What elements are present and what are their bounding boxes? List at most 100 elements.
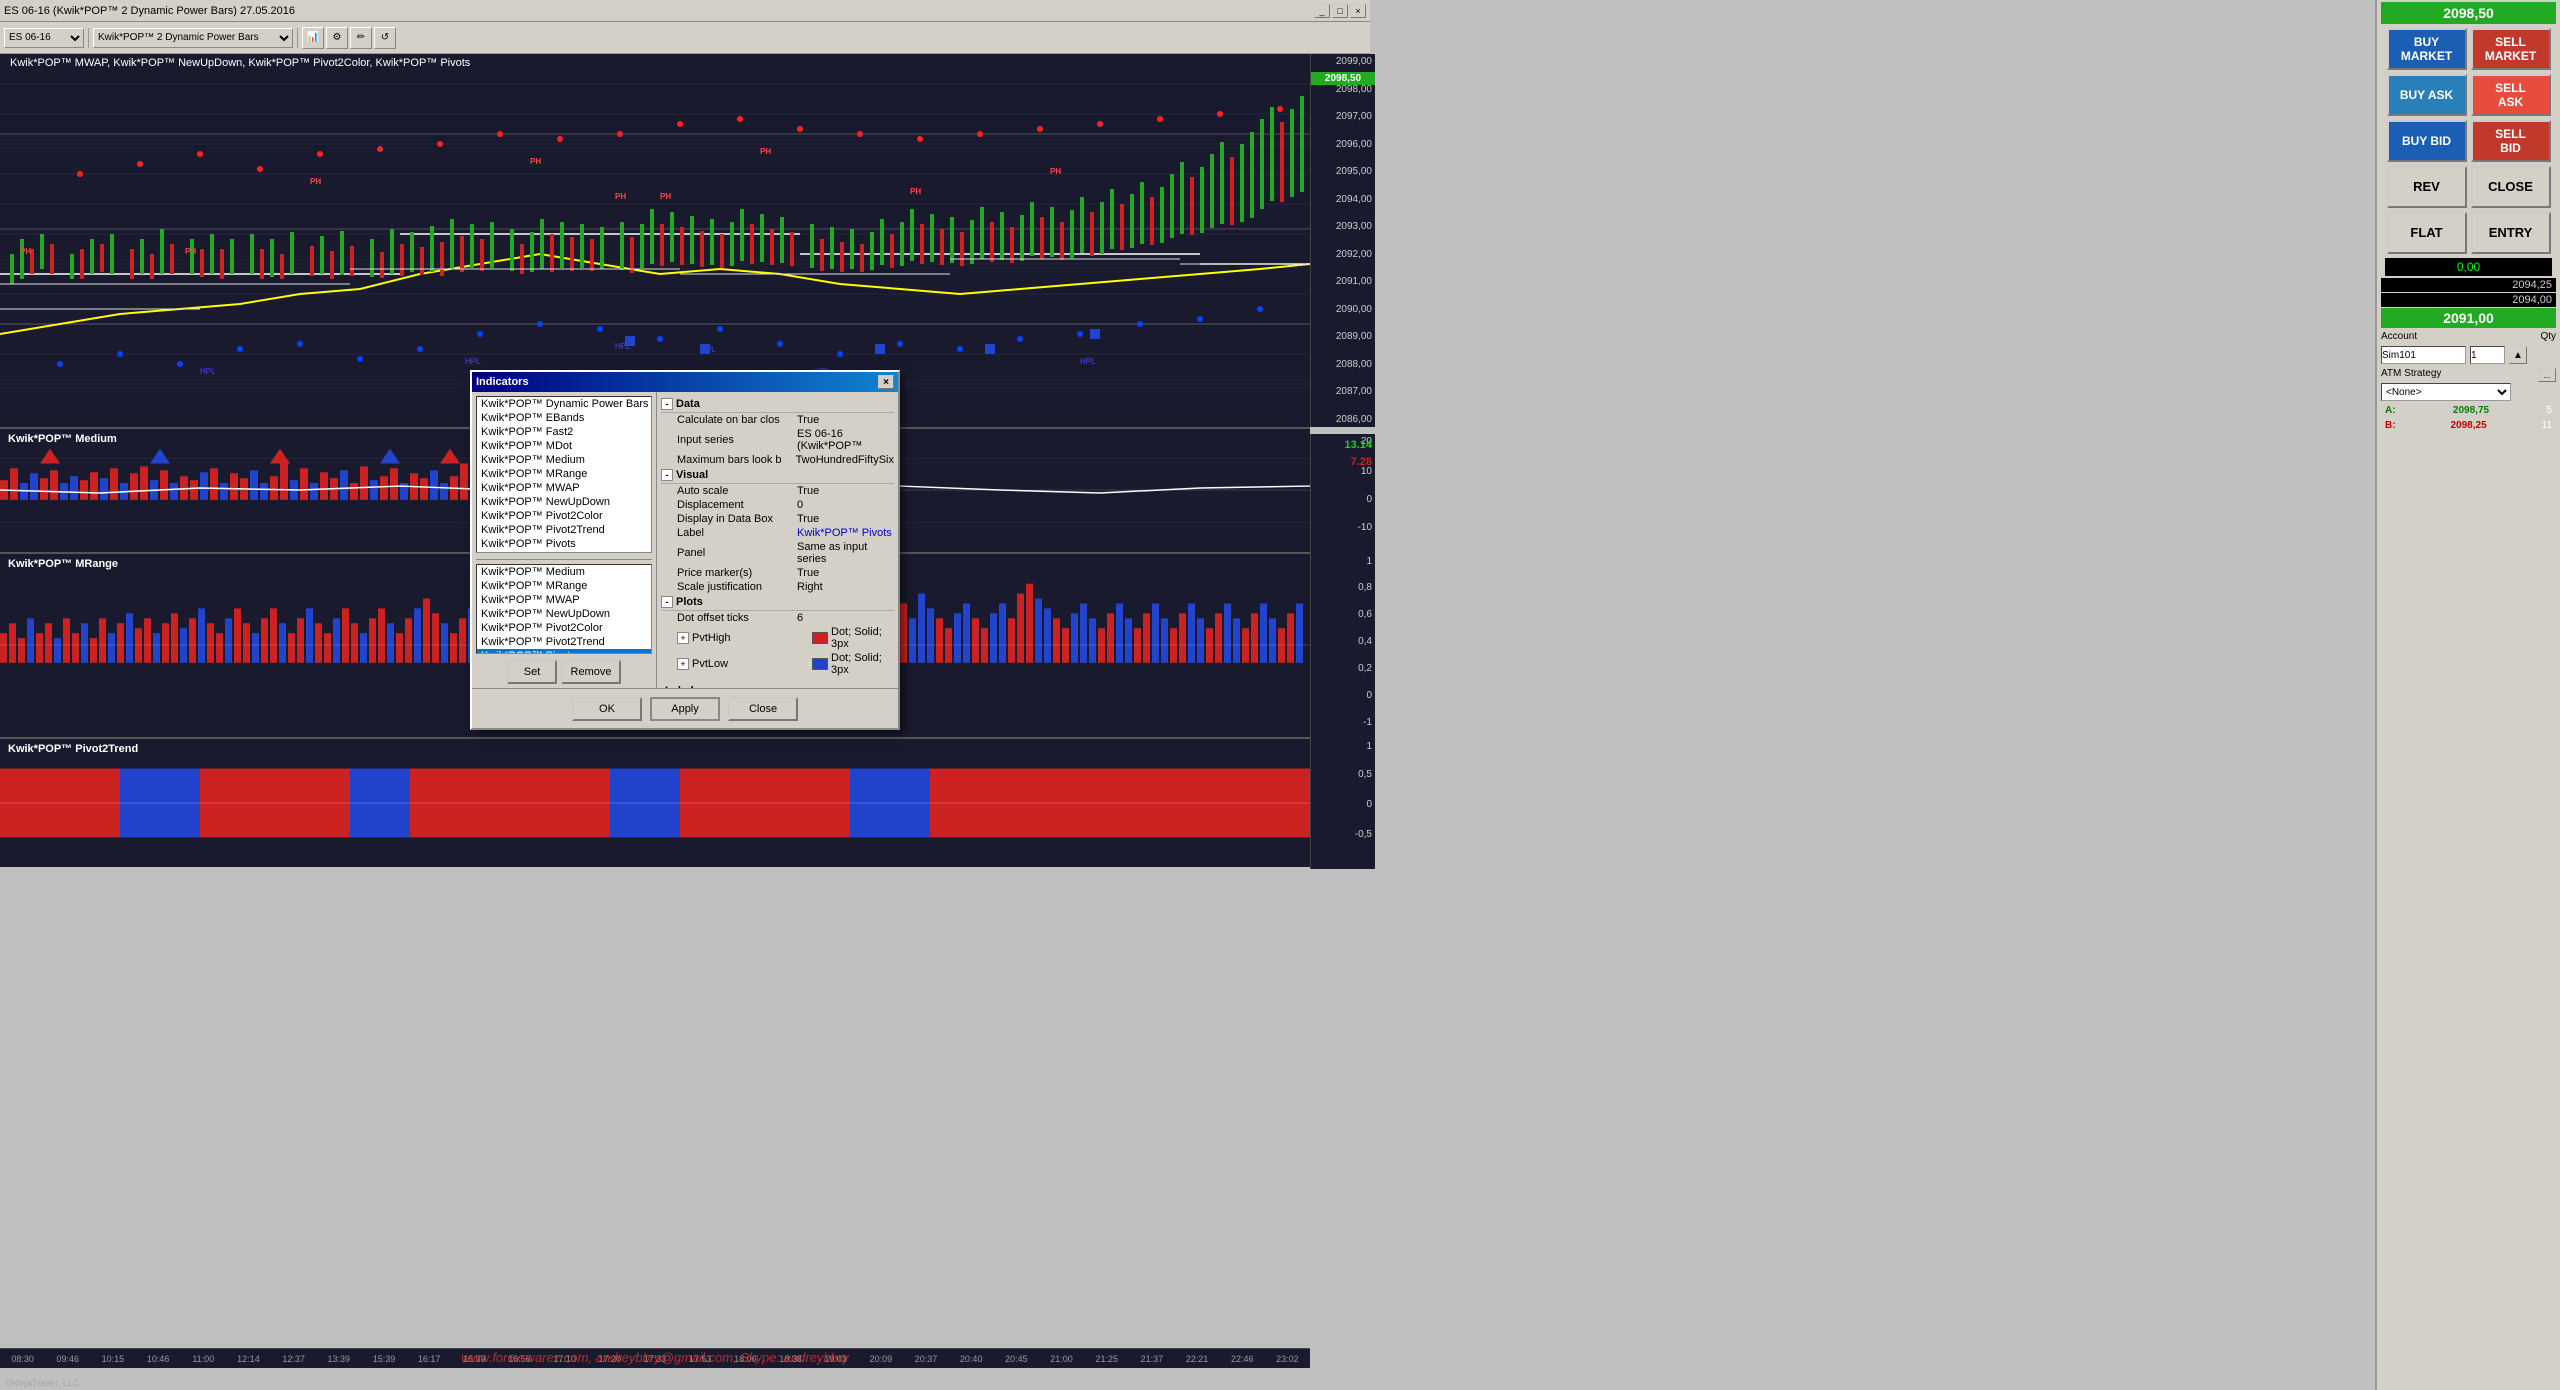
indicator-item-7[interactable]: Kwik*POP™ NewUpDown [477,495,651,509]
qty-input[interactable] [2470,346,2505,364]
top-price-display: 2098,50 [2381,2,2556,24]
b-label: B: [2385,420,2396,431]
active-item-pivot2color[interactable]: Kwik*POP™ Pivot2Color [477,621,651,635]
indicator-item-2[interactable]: Kwik*POP™ Fast2 [477,425,651,439]
price-2094-label: 2094,25 [2512,279,2552,291]
symbol-select[interactable]: ES 06-16 [4,28,84,48]
input-series-label: Input series [677,434,797,446]
calc-bar-close-label: Calculate on bar clos [677,414,797,426]
price-markers-row: Price marker(s) True [661,566,894,580]
sep1 [88,28,89,48]
mrange-scale-08: 0,8 [1358,582,1372,593]
set-button[interactable]: Set [507,660,557,684]
account-qty-values-row: ▲ [2377,344,2560,366]
atm-select-row: <None> [2377,381,2560,403]
label-section: Label Kwik*POP Pivots [661,681,894,688]
price-label-2092: 2092,00 [1336,249,1372,260]
indicator-item-5[interactable]: Kwik*POP™ MRange [477,467,651,481]
entry-button[interactable]: ENTRY [2471,212,2551,254]
window-controls[interactable]: _ □ × [1314,4,1366,18]
dialog-left-panel: Kwik*POP™ Dynamic Power Bars (Visuals) K… [472,392,657,688]
dialog-right-panel: - Data Calculate on bar clos True Input … [657,392,898,688]
buy-market-button[interactable]: BUYMARKET [2387,28,2467,70]
active-item-pivots[interactable]: Kwik*POP™ Pivots [477,649,651,654]
pvt-low-expand-icon[interactable]: + [677,658,689,670]
window-close-btn[interactable]: × [1350,4,1366,18]
close-dialog-button[interactable]: Close [728,697,798,721]
close-position-button[interactable]: CLOSE [2471,166,2551,208]
active-item-mwap[interactable]: Kwik*POP™ MWAP [477,593,651,607]
apply-button[interactable]: Apply [650,697,720,721]
dialog-close-icon-btn[interactable]: × [878,375,894,389]
sell-market-button[interactable]: SELLMARKET [2471,28,2551,70]
active-indicators-list[interactable]: Kwik*POP™ Medium Kwik*POP™ MRange Kwik*P… [476,564,652,654]
mrange-scale-02: 0,2 [1358,663,1372,674]
svg-text:PH: PH [185,247,196,256]
svg-text:HPL: HPL [1080,357,1096,366]
qty-up-button[interactable]: ▲ [2509,346,2527,364]
atm-settings-button[interactable]: ... [2538,368,2556,382]
indicator-item-4[interactable]: Kwik*POP™ Medium [477,453,651,467]
indicator-item-0[interactable]: Kwik*POP™ Dynamic Power Bars (Visuals) [477,397,651,411]
buy-ask-button[interactable]: BUY ASK [2387,74,2467,116]
plots-collapse-icon[interactable]: - [661,596,673,608]
data-section-label: Data [676,398,700,410]
chart-type-btn[interactable]: 📊 [302,27,324,49]
auto-scale-value: True [797,485,894,497]
label-row: Label Kwik*POP™ Pivots [661,526,894,540]
minimize-btn[interactable]: _ [1314,4,1330,18]
dot-offset-ticks-label: Dot offset ticks [677,612,797,624]
data-collapse-icon[interactable]: - [661,398,673,410]
dialog-titlebar[interactable]: Indicators × [472,372,898,392]
settings-btn[interactable]: ⚙ [326,27,348,49]
buy-bid-button[interactable]: BUY BID [2387,120,2467,162]
maximize-btn[interactable]: □ [1332,4,1348,18]
active-item-medium[interactable]: Kwik*POP™ Medium [477,565,651,579]
refresh-btn[interactable]: ↺ [374,27,396,49]
remove-button[interactable]: Remove [561,660,621,684]
pvt-low-color-swatch[interactable] [812,658,828,670]
draw-btn[interactable]: ✏ [350,27,372,49]
watermark: www.forex-warez.com, andreybbry@gmail.co… [0,1350,1310,1365]
dialog-title: Indicators [476,376,529,388]
indicator-item-9[interactable]: Kwik*POP™ Pivot2Trend [477,523,651,537]
rev-button[interactable]: REV [2387,166,2467,208]
price-label-2091: 2091,00 [1336,276,1372,287]
ok-button[interactable]: OK [572,697,642,721]
price-2094-display: 2094,25 [2381,278,2556,292]
indicator-item-11[interactable]: Kwik*POP™ Push2 [477,551,651,553]
pivot2trend-scale-0: 0 [1366,799,1372,810]
indicator-item-3[interactable]: Kwik*POP™ MDot [477,439,651,453]
indicator-item-6[interactable]: Kwik*POP™ MWAP [477,481,651,495]
active-item-mrange[interactable]: Kwik*POP™ MRange [477,579,651,593]
b-qty: 11 [2542,420,2552,431]
active-item-newupdown[interactable]: Kwik*POP™ NewUpDown [477,607,651,621]
a-price: 2098,75 [2453,405,2489,416]
pivot2trend-scale-05: 0,5 [1358,769,1372,780]
atm-strategy-select[interactable]: <None> [2381,383,2511,401]
pvt-high-expand-icon[interactable]: + [677,632,689,644]
price-2094b-display: 2094,00 [2381,293,2556,307]
panel-value: Same as input series [797,541,894,565]
indicator-item-10[interactable]: Kwik*POP™ Pivots [477,537,651,551]
auto-scale-label: Auto scale [677,485,797,497]
active-item-pivot2trend[interactable]: Kwik*POP™ Pivot2Trend [477,635,651,649]
sub-chart-pivot2trend: Kwik*POP™ Pivot2Trend 1 0,5 0 -0,5 [0,737,1310,867]
all-indicators-list[interactable]: Kwik*POP™ Dynamic Power Bars (Visuals) K… [476,396,652,553]
b-price-row: B: 2098,25 11 [2377,418,2560,433]
sell-bid-button[interactable]: SELLBID [2471,120,2551,162]
indicator-item-8[interactable]: Kwik*POP™ Pivot2Color [477,509,651,523]
account-input[interactable] [2381,346,2466,364]
indicator-item-1[interactable]: Kwik*POP™ EBands [477,411,651,425]
scale-justification-label: Scale justification [677,581,797,593]
visual-collapse-icon[interactable]: - [661,469,673,481]
price-2091-label: 2091,00 [2443,310,2494,326]
strategy-select[interactable]: Kwik*POP™ 2 Dynamic Power Bars [93,28,293,48]
pvt-high-color-swatch[interactable] [812,632,828,644]
dot-offset-ticks-value: 6 [797,612,894,624]
input-series-row: Input series ES 06-16 (Kwik*POP™ [661,427,894,453]
medium-value-2: 7.28 [1351,456,1372,468]
pivot2trend-scale: 1 0,5 0 -0,5 [1310,739,1375,869]
flat-button[interactable]: FLAT [2387,212,2467,254]
sell-ask-button[interactable]: SELLASK [2471,74,2551,116]
